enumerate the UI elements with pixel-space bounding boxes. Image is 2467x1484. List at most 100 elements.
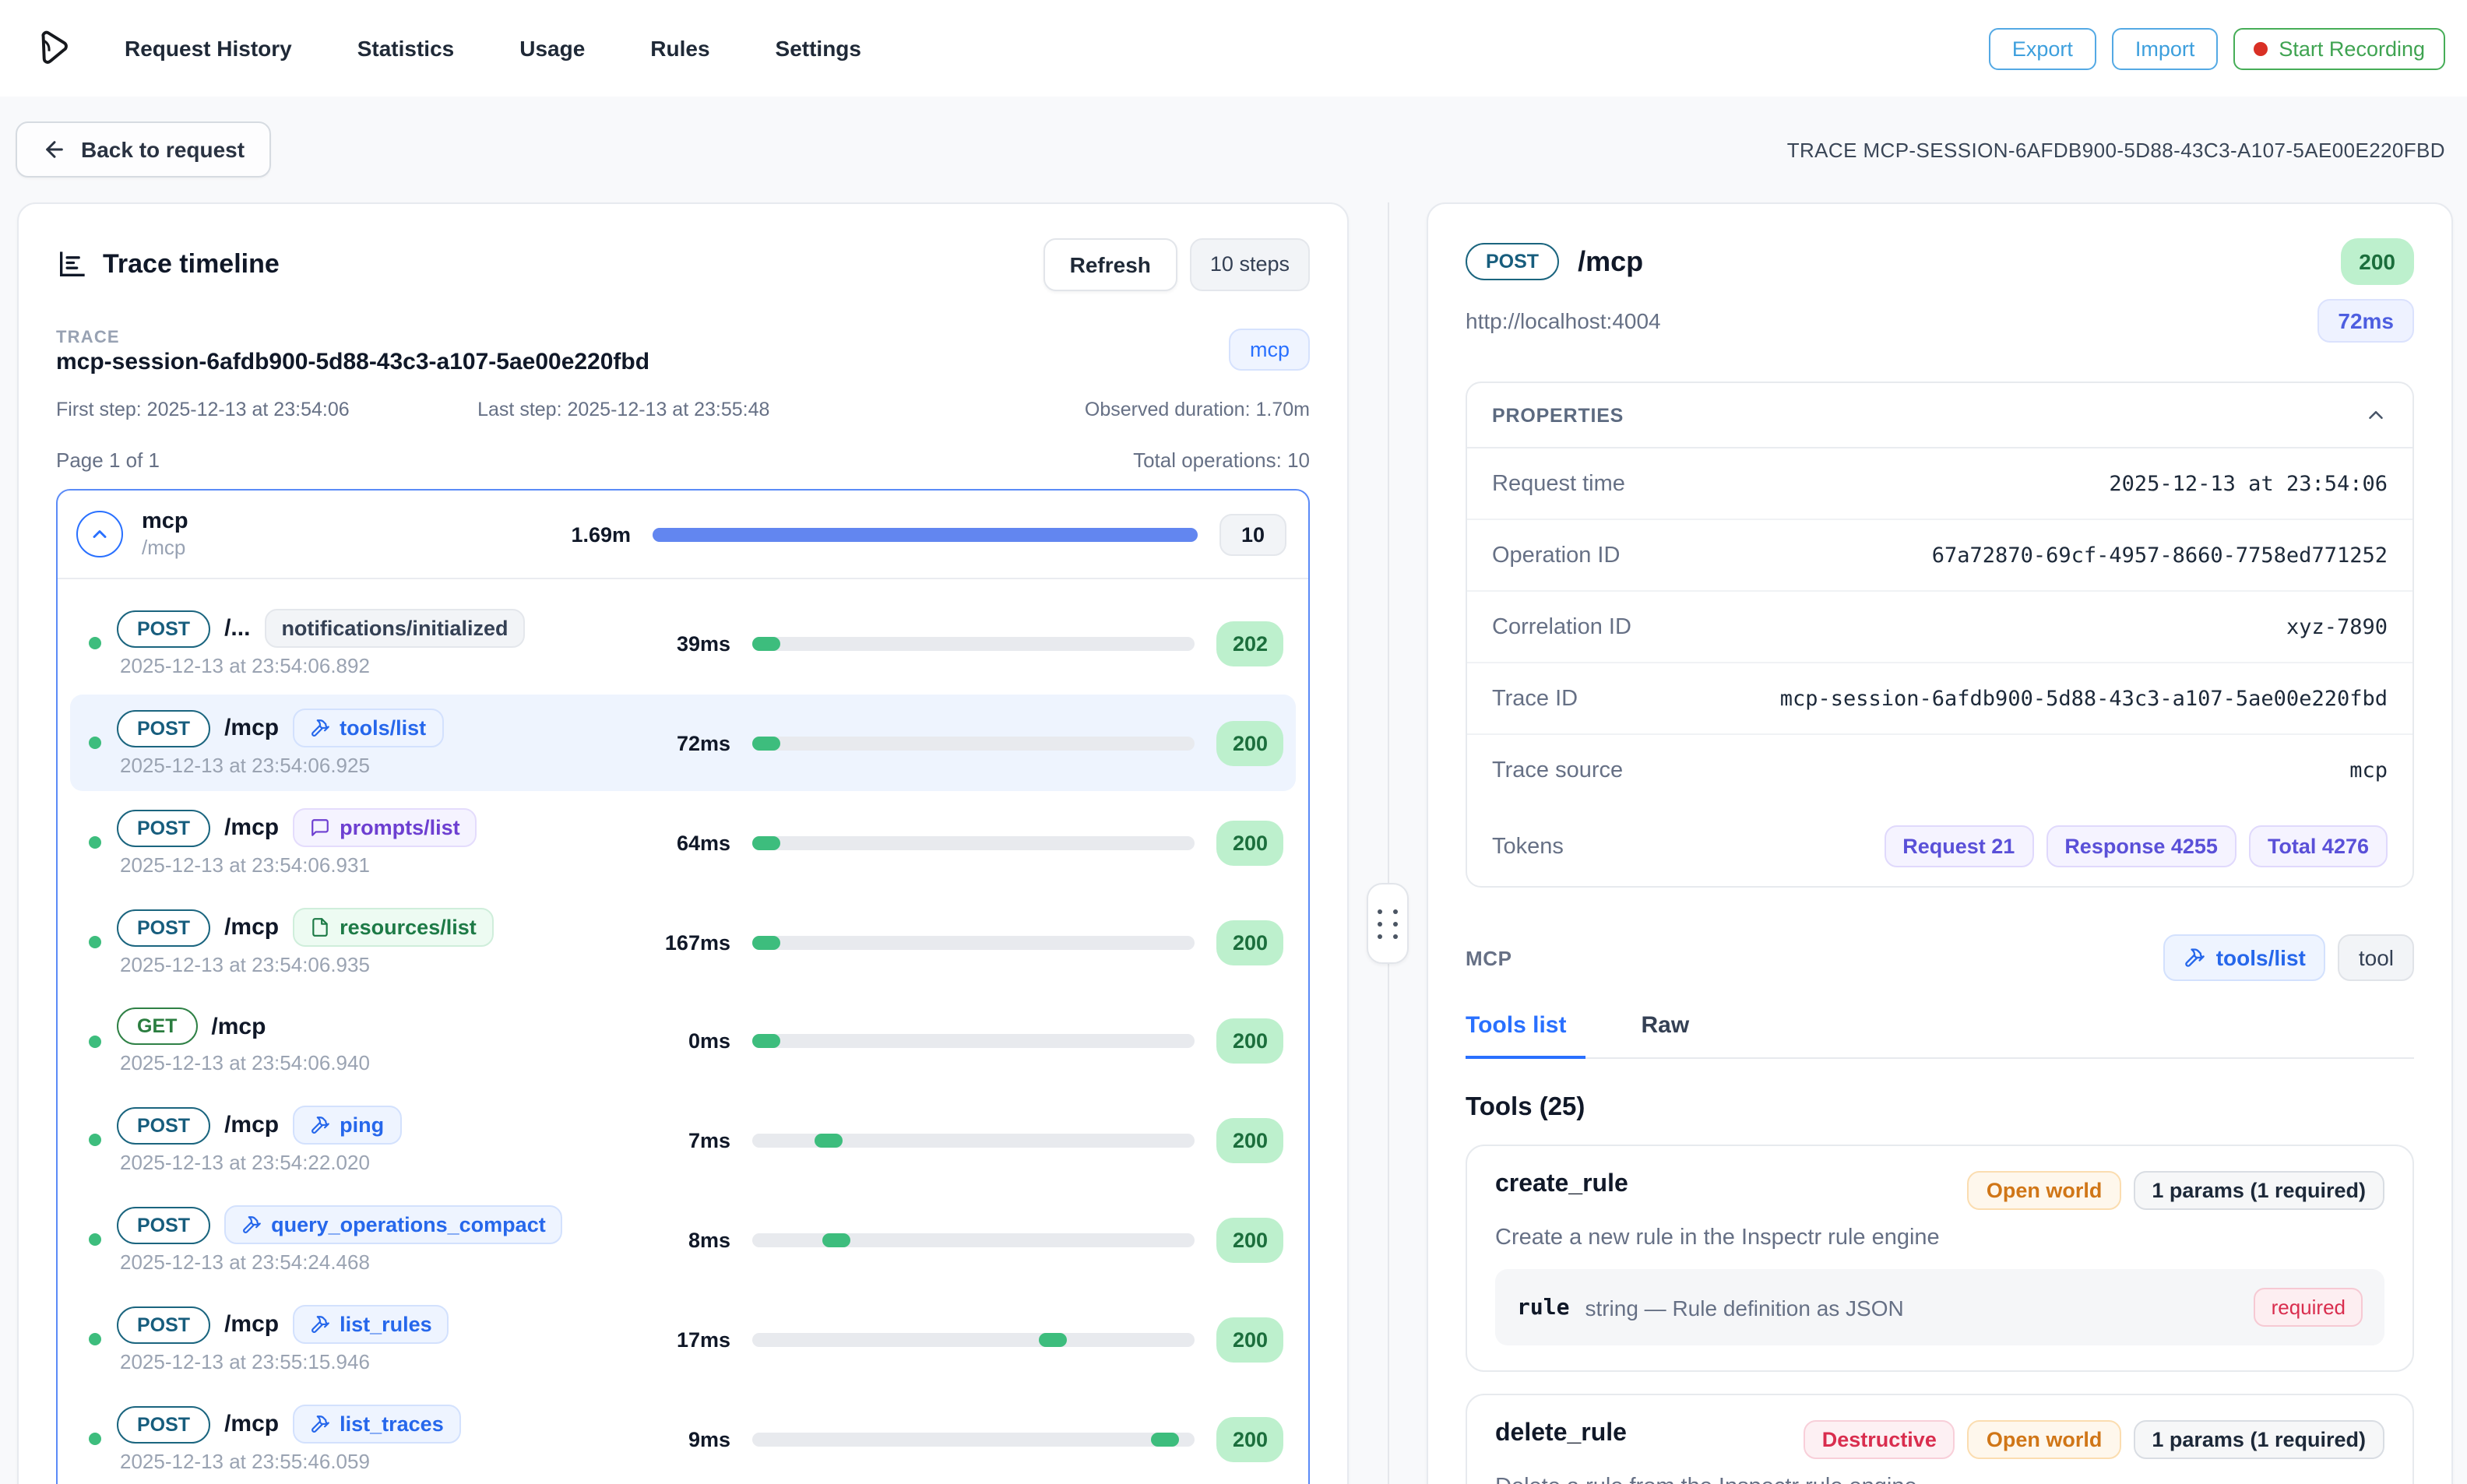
- property-label: Correlation ID: [1492, 614, 1631, 639]
- operation-type-badge: prompts/list: [293, 808, 477, 847]
- timeline-operation-row[interactable]: POSTquery_operations_compact2025-12-13 a…: [70, 1191, 1296, 1288]
- property-row: Correlation IDxyz-7890: [1467, 592, 2412, 663]
- timeline-operation-row[interactable]: POST/mcplist_rules2025-12-13 at 23:55:15…: [70, 1291, 1296, 1387]
- timeline-operation-row[interactable]: POST/mcpping2025-12-13 at 23:54:22.0207m…: [70, 1092, 1296, 1188]
- success-dot-icon: [89, 1233, 101, 1246]
- operation-timing-bar: [752, 636, 1195, 650]
- timeline-operation-row[interactable]: GET/mcp2025-12-13 at 23:54:06.9400ms200: [70, 993, 1296, 1088]
- status-code-badge: 200: [1217, 1317, 1283, 1362]
- timeline-operation-row[interactable]: POST/mcptools/list2025-12-13 at 23:54:06…: [70, 695, 1296, 791]
- operation-timestamp: 2025-12-13 at 23:55:46.059: [117, 1450, 634, 1473]
- file-icon: [310, 917, 330, 937]
- app-logo-icon[interactable]: [31, 28, 72, 69]
- property-value: mcp-session-6afdb900-5d88-43c3-a107-5ae0…: [1780, 686, 2388, 711]
- param-name: rule: [1517, 1295, 1569, 1320]
- chat-bubble-icon: [310, 818, 330, 838]
- nav-item-settings[interactable]: Settings: [776, 36, 861, 61]
- operation-duration: 7ms: [634, 1128, 730, 1152]
- steps-count-badge: 10 steps: [1190, 238, 1310, 291]
- param-description: string — Rule definition as JSON: [1585, 1295, 1903, 1320]
- back-to-request-label: Back to request: [81, 137, 245, 162]
- timeline-operation-row[interactable]: POST/mcpresources/list2025-12-13 at 23:5…: [70, 894, 1296, 990]
- operation-duration: 72ms: [634, 731, 730, 754]
- detail-method-badge: POST: [1466, 243, 1559, 280]
- panel-divider: [1349, 202, 1427, 1482]
- last-step-label: Last step: 2025-12-13 at 23:55:48: [477, 399, 769, 420]
- operation-type-badge: ping: [293, 1106, 401, 1145]
- mcp-method-label: tools/list: [2216, 945, 2306, 970]
- success-dot-icon: [89, 936, 101, 948]
- timeline-operation-row[interactable]: POST/mcpprompts/list2025-12-13 at 23:54:…: [70, 794, 1296, 891]
- operation-timestamp: 2025-12-13 at 23:54:06.925: [117, 754, 634, 777]
- timeline-operation-row[interactable]: POST/...notifications/initialized2025-12…: [70, 595, 1296, 691]
- operation-duration: 17ms: [634, 1328, 730, 1351]
- nav-item-statistics[interactable]: Statistics: [357, 36, 455, 61]
- group-count-badge: 10: [1219, 513, 1286, 555]
- refresh-button[interactable]: Refresh: [1043, 238, 1177, 291]
- back-to-request-button[interactable]: Back to request: [16, 121, 271, 178]
- first-step-label: First step: 2025-12-13 at 23:54:06: [56, 399, 350, 420]
- tab-raw[interactable]: Raw: [1641, 1012, 1708, 1059]
- operation-timestamp: 2025-12-13 at 23:54:06.940: [117, 1051, 634, 1074]
- trace-breadcrumb: TRACE MCP-SESSION-6AFDB900-5D88-43C3-A10…: [1787, 138, 2445, 161]
- success-dot-icon: [89, 836, 101, 849]
- method-badge: POST: [117, 1106, 210, 1144]
- tab-tools-list[interactable]: Tools list: [1466, 1012, 1585, 1059]
- property-row: Request time2025-12-13 at 23:54:06: [1467, 448, 2412, 520]
- observed-duration-label: Observed duration: 1.70m: [1085, 399, 1310, 420]
- property-value: 2025-12-13 at 23:54:06: [2109, 471, 2388, 496]
- operation-timing-bar: [752, 1332, 1195, 1346]
- nav-menu: Request History Statistics Usage Rules S…: [125, 36, 861, 61]
- operation-duration: 9ms: [634, 1427, 730, 1451]
- detail-base-url: http://localhost:4004: [1466, 308, 1661, 333]
- nav-item-rules[interactable]: Rules: [650, 36, 709, 61]
- operation-type-badge: tools/list: [293, 709, 443, 747]
- timeline-operation-row[interactable]: POST/mcplist_traces2025-12-13 at 23:55:4…: [70, 1391, 1296, 1484]
- success-dot-icon: [89, 1035, 101, 1047]
- operation-duration: 64ms: [634, 831, 730, 854]
- nav-item-request-history[interactable]: Request History: [125, 36, 292, 61]
- property-row: Trace sourcemcp: [1467, 735, 2412, 807]
- operation-timestamp: 2025-12-13 at 23:54:06.935: [117, 953, 634, 976]
- trace-session-name: mcp-session-6afdb900-5d88-43c3-a107-5ae0…: [56, 349, 1310, 375]
- method-badge: POST: [117, 709, 210, 747]
- hammer-icon: [310, 1414, 330, 1434]
- tokens-label: Tokens: [1492, 834, 1564, 859]
- operation-timing-bar: [752, 736, 1195, 750]
- mcp-kind-badge: tool: [2339, 934, 2414, 981]
- method-badge: GET: [117, 1008, 197, 1045]
- collapse-group-button[interactable]: [76, 511, 123, 557]
- operation-type-badge: query_operations_compact: [224, 1205, 563, 1244]
- resize-drag-handle[interactable]: [1367, 883, 1409, 964]
- operations-list: POST/...notifications/initialized2025-12…: [58, 579, 1308, 1484]
- tool-open-badge: Open world: [1968, 1171, 2121, 1210]
- operations-group-box: mcp /mcp 1.69m 10 POST/...notifications/…: [56, 489, 1310, 1484]
- hammer-icon: [241, 1215, 262, 1235]
- sub-header: Back to request TRACE MCP-SESSION-6AFDB9…: [0, 97, 2467, 202]
- method-badge: POST: [117, 809, 210, 846]
- start-recording-button[interactable]: Start Recording: [2233, 27, 2445, 69]
- tool-card: delete_ruleDestructiveOpen world1 params…: [1466, 1394, 2414, 1484]
- operation-duration: 39ms: [634, 631, 730, 655]
- tool-destructive-badge: Destructive: [1804, 1420, 1955, 1459]
- import-button[interactable]: Import: [2112, 27, 2219, 69]
- nav-item-usage[interactable]: Usage: [519, 36, 585, 61]
- properties-header[interactable]: PROPERTIES: [1467, 383, 2412, 448]
- operation-timing-bar: [752, 935, 1195, 949]
- group-name: mcp: [142, 509, 534, 534]
- status-code-badge: 200: [1217, 1117, 1283, 1162]
- operation-timestamp: 2025-12-13 at 23:54:06.931: [117, 853, 634, 877]
- token-count-badge: Request 21: [1884, 825, 2033, 867]
- method-badge: POST: [117, 610, 210, 647]
- properties-section: PROPERTIES Request time2025-12-13 at 23:…: [1466, 382, 2414, 888]
- trace-group-row[interactable]: mcp /mcp 1.69m 10: [58, 491, 1308, 578]
- timeline-chart-icon: [56, 249, 87, 280]
- property-label: Trace source: [1492, 758, 1623, 783]
- method-badge: POST: [117, 1206, 210, 1243]
- operation-path: /mcp: [224, 1411, 279, 1437]
- operation-type-badge: list_rules: [293, 1305, 449, 1344]
- operation-type-badge: resources/list: [293, 908, 494, 947]
- top-navigation: Request History Statistics Usage Rules S…: [0, 0, 2467, 97]
- tools-count-heading: Tools (25): [1466, 1093, 2414, 1123]
- export-button[interactable]: Export: [1989, 27, 2096, 69]
